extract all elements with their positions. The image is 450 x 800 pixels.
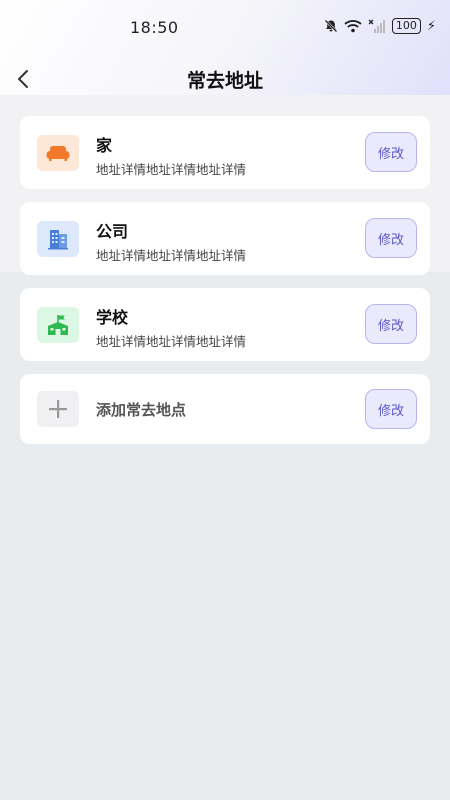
plus-icon (37, 391, 79, 427)
address-detail: 地址详情地址详情地址详情 (96, 162, 247, 177)
edit-button[interactable]: 修改 (365, 389, 417, 429)
school-icon (37, 307, 79, 343)
status-icons: 100 ⚡ (324, 18, 436, 34)
address-card-company[interactable]: 公司 地址详情地址详情地址详情 修改 (20, 202, 430, 275)
edit-button[interactable]: 修改 (365, 304, 417, 344)
navigation-bar: 常去地址 (0, 56, 450, 102)
status-time: 18:50 (130, 18, 179, 37)
address-card-school[interactable]: 学校 地址详情地址详情地址详情 修改 (20, 288, 430, 361)
address-card-home[interactable]: 家 地址详情地址详情地址详情 修改 (20, 116, 430, 189)
edit-button[interactable]: 修改 (365, 132, 417, 172)
address-name: 学校 (96, 308, 129, 327)
wifi-icon (344, 20, 362, 33)
page-title: 常去地址 (186, 70, 263, 92)
edit-button[interactable]: 修改 (365, 218, 417, 258)
charging-bolt-icon: ⚡ (426, 18, 436, 34)
address-name: 公司 (96, 222, 129, 241)
signal-icon (368, 19, 385, 33)
mute-bell-icon (324, 19, 338, 33)
battery-indicator: 100 (391, 18, 421, 34)
address-detail: 地址详情地址详情地址详情 (96, 334, 247, 349)
sofa-icon (37, 135, 79, 171)
address-detail: 地址详情地址详情地址详情 (96, 248, 247, 263)
building-icon (37, 221, 79, 257)
add-place-label: 添加常去地点 (96, 401, 187, 419)
address-list: 家 地址详情地址详情地址详情 修改 公司 地址详情地址详情地址详情 修改 学校 … (20, 116, 430, 457)
status-bar: 18:50 100 ⚡ (0, 0, 450, 56)
add-place-card[interactable]: 添加常去地点 修改 (20, 374, 430, 444)
address-name: 家 (96, 136, 113, 155)
